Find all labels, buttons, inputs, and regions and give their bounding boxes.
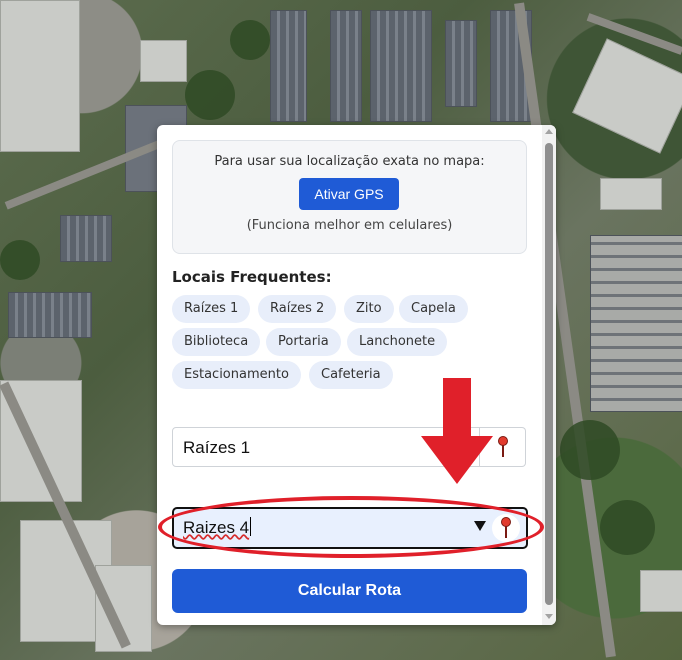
frequent-places-title: Locais Frequentes: — [172, 268, 332, 286]
chip-cafeteria[interactable]: Cafeteria — [309, 361, 393, 389]
building — [60, 215, 112, 262]
chip-biblioteca[interactable]: Biblioteca — [172, 328, 261, 356]
tree — [230, 20, 270, 60]
building — [140, 40, 187, 82]
chip-raizes-1[interactable]: Raízes 1 — [172, 295, 251, 323]
chip-portaria[interactable]: Portaria — [266, 328, 341, 356]
tree — [600, 500, 655, 555]
building — [8, 292, 92, 338]
tree — [185, 70, 235, 120]
gps-box: Para usar sua localização exata no mapa:… — [172, 140, 527, 254]
parking-lot — [370, 10, 432, 122]
building — [572, 38, 682, 154]
scroll-up-icon[interactable] — [545, 129, 553, 134]
chip-raizes-2[interactable]: Raízes 2 — [258, 295, 337, 323]
parking-lot — [270, 10, 307, 122]
scrollbar[interactable] — [542, 125, 556, 625]
gps-prompt: Para usar sua localização exata no mapa: — [214, 154, 485, 169]
annotation-highlight-ellipse — [158, 496, 544, 558]
annotation-arrow-shaft — [443, 378, 471, 438]
annotation-arrow-head-icon — [421, 436, 493, 484]
tree — [560, 420, 620, 480]
scroll-down-icon[interactable] — [545, 614, 553, 619]
activate-gps-button[interactable]: Ativar GPS — [299, 178, 399, 210]
scrollbar-thumb[interactable] — [545, 143, 553, 605]
parking-lot — [330, 10, 362, 122]
tree — [0, 240, 40, 280]
chip-lanchonete[interactable]: Lanchonete — [347, 328, 448, 356]
building — [640, 570, 682, 612]
chip-estacionamento[interactable]: Estacionamento — [172, 361, 301, 389]
parking-lot — [445, 20, 477, 107]
chip-zito[interactable]: Zito — [344, 295, 394, 323]
building — [0, 0, 80, 152]
gps-note: (Funciona melhor em celulares) — [246, 218, 453, 233]
building — [600, 178, 662, 210]
calculate-route-button[interactable]: Calcular Rota — [172, 569, 527, 613]
chip-capela[interactable]: Capela — [399, 295, 468, 323]
map-pin-icon — [496, 436, 510, 458]
building — [590, 235, 682, 412]
